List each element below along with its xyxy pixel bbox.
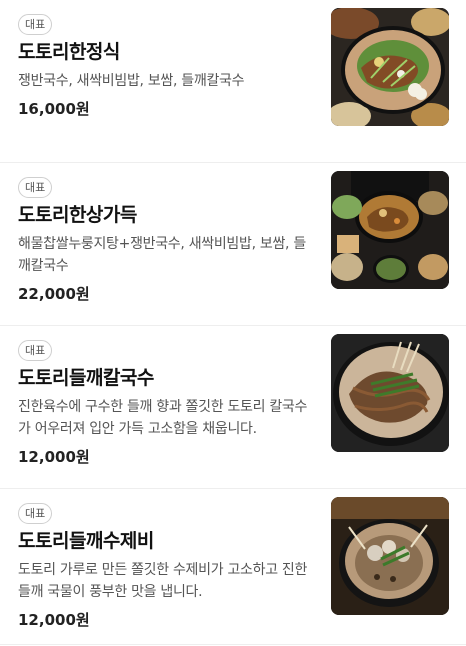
menu-item-description: 쟁반국수, 새싹비빔밥, 보쌈, 들깨칼국수 (18, 73, 245, 89)
food-photo-icon (331, 171, 449, 289)
menu-item-price: 12,000원 (18, 448, 90, 466)
signature-badge: 대표 (18, 503, 53, 524)
menu-item-text: 대표 도토리한정식 쟁반국수, 새싹비빔밥, 보쌈, 들깨칼국수 16,000원 (18, 8, 318, 119)
menu-item-photo[interactable] (331, 497, 449, 615)
menu-item-dotori-deulkkae-kalguksu[interactable]: 대표 도토리들깨칼국수 진한육수에 구수한 들깨 향과 쫄깃한 도토리 칼국수가… (0, 326, 466, 489)
signature-badge: 대표 (18, 14, 53, 35)
menu-item-dotori-hansang[interactable]: 대표 도토리한상가득 해물찹쌀누룽지탕+쟁반국수, 새싹비빔밥, 보쌈, 들깨칼… (0, 163, 466, 326)
menu-item-name: 도토리들깨칼국수 (18, 367, 154, 389)
menu-item-photo[interactable] (331, 8, 449, 126)
menu-item-description: 진한육수에 구수한 들깨 향과 쫄깃한 도토리 칼국수가 어우러져 입안 가득 … (18, 399, 308, 437)
menu-item-name: 도토리한상가득 (18, 204, 137, 226)
menu-item-text: 대표 도토리들깨수제비 도토리 가루로 만든 쫄깃한 수제비가 고소하고 진한 … (18, 497, 318, 630)
menu-item-dotori-hanjeongsik[interactable]: 대표 도토리한정식 쟁반국수, 새싹비빔밥, 보쌈, 들깨칼국수 16,000원 (0, 0, 466, 163)
menu-item-name: 도토리들깨수제비 (18, 530, 154, 552)
menu-item-text: 대표 도토리들깨칼국수 진한육수에 구수한 들깨 향과 쫄깃한 도토리 칼국수가… (18, 334, 318, 467)
menu-item-photo[interactable] (331, 171, 449, 289)
menu-item-price: 12,000원 (18, 611, 90, 629)
menu-item-text: 대표 도토리한상가득 해물찹쌀누룽지탕+쟁반국수, 새싹비빔밥, 보쌈, 들깨칼… (18, 171, 318, 304)
food-photo-icon (331, 497, 449, 615)
menu-item-price: 22,000원 (18, 285, 90, 303)
signature-badge: 대표 (18, 177, 53, 198)
menu-item-name: 도토리한정식 (18, 41, 120, 63)
menu-item-description: 도토리 가루로 만든 쫄깃한 수제비가 고소하고 진한 들깨 국물이 풍부한 맛… (18, 562, 308, 600)
signature-badge: 대표 (18, 340, 53, 361)
menu-item-photo[interactable] (331, 334, 449, 452)
food-photo-icon (331, 8, 449, 126)
menu-item-description: 해물찹쌀누룽지탕+쟁반국수, 새싹비빔밥, 보쌈, 들깨칼국수 (18, 236, 306, 274)
food-photo-icon (331, 334, 449, 452)
menu-item-dotori-deulkkae-sujebi[interactable]: 대표 도토리들깨수제비 도토리 가루로 만든 쫄깃한 수제비가 고소하고 진한 … (0, 489, 466, 645)
menu-item-price: 16,000원 (18, 100, 90, 118)
menu-list: 대표 도토리한정식 쟁반국수, 새싹비빔밥, 보쌈, 들깨칼국수 16,000원 (0, 0, 466, 645)
